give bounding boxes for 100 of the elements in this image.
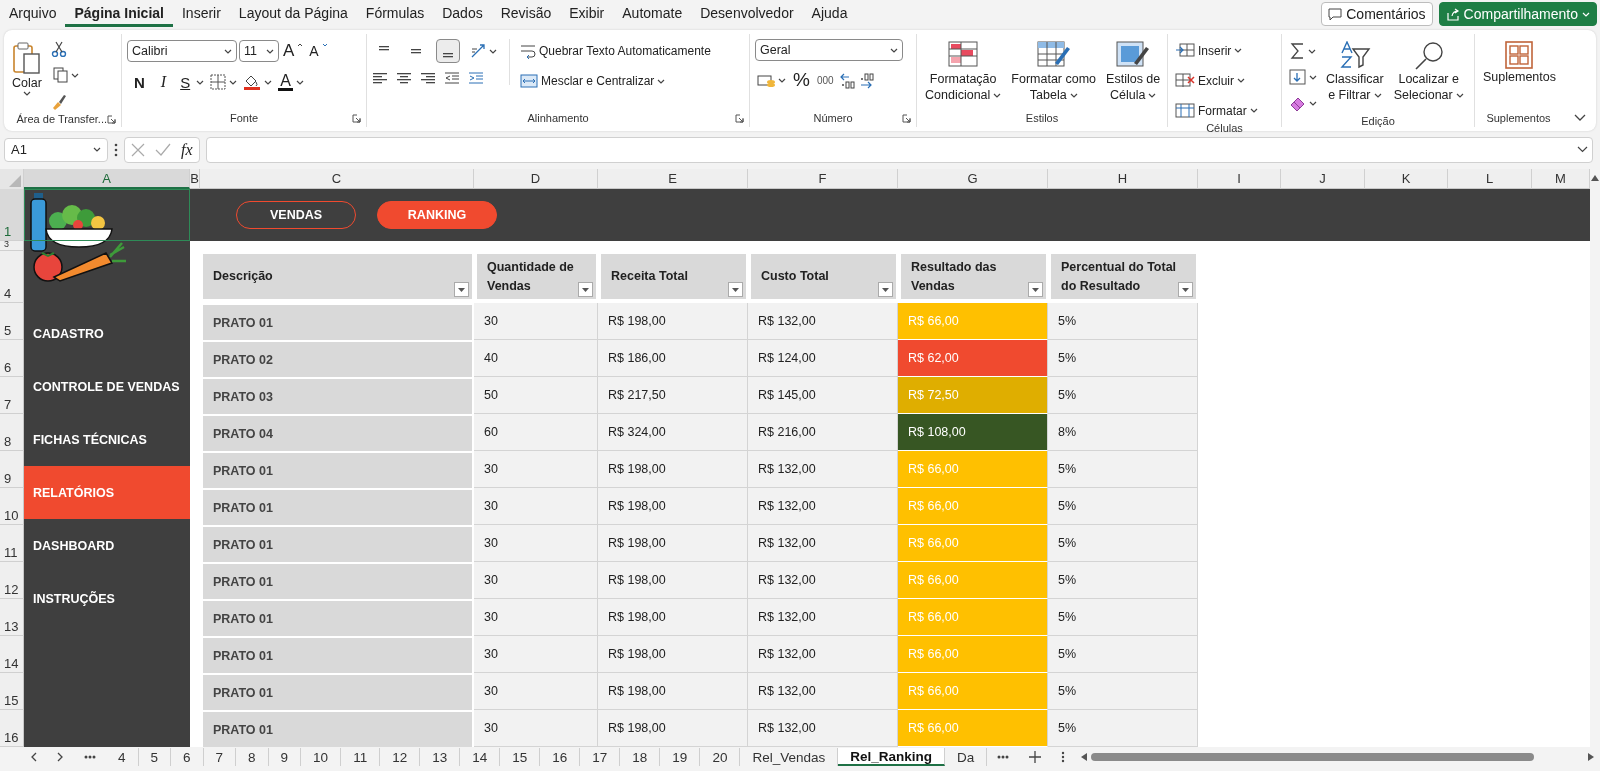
sheet-tab[interactable]: 13 <box>420 748 461 766</box>
column-header[interactable]: J <box>1281 169 1365 189</box>
paintbrush-icon[interactable] <box>51 93 67 111</box>
scissors-icon[interactable] <box>51 41 67 57</box>
scrollbar-thumb[interactable] <box>1091 753 1534 761</box>
nav-item[interactable]: CADASTRO <box>24 307 190 360</box>
sheet-tab[interactable]: 15 <box>500 748 541 766</box>
row-header[interactable]: 4 <box>0 251 24 303</box>
sheet-tab[interactable]: 20 <box>700 748 741 766</box>
column-header[interactable]: D <box>474 169 598 189</box>
sheet-tab[interactable]: Rel_Ranking <box>838 748 945 766</box>
row-header[interactable]: 1 <box>0 189 24 241</box>
font-name-field[interactable]: Calibri <box>127 40 237 62</box>
filter-dropdown-icon[interactable] <box>454 282 469 297</box>
format-button[interactable]: Formatar <box>1173 99 1260 122</box>
number-format-field[interactable]: Geral <box>755 39 903 61</box>
share-button[interactable]: Compartilhamento <box>1438 2 1597 26</box>
grow-font-button[interactable]: A <box>281 39 306 63</box>
column-header[interactable]: I <box>1198 169 1281 189</box>
sheet-tab[interactable]: 17 <box>580 748 621 766</box>
sheet-tab[interactable]: 4 <box>106 748 139 766</box>
row-header[interactable]: 6 <box>0 340 24 377</box>
sheet-tab[interactable]: 12 <box>380 748 421 766</box>
align-center-icon[interactable] <box>396 71 412 85</box>
row-header[interactable]: 16 <box>0 710 24 747</box>
column-header[interactable]: G <box>898 169 1048 189</box>
next-sheet-icon[interactable] <box>57 752 64 762</box>
launcher-icon[interactable] <box>902 113 911 123</box>
menu-tab[interactable]: Exibir <box>560 1 614 27</box>
menu-tab[interactable]: Fórmulas <box>356 1 434 27</box>
menu-tab[interactable]: Dados <box>433 1 492 27</box>
sort-filter-button[interactable]: Classificar e Filtrar <box>1323 39 1387 105</box>
filter-dropdown-icon[interactable] <box>1178 282 1193 297</box>
check-icon[interactable] <box>155 142 171 157</box>
italic-button[interactable]: I <box>153 70 174 94</box>
sheet-tab[interactable]: Da <box>945 748 988 766</box>
wrap-text-button[interactable]: Quebrar Texto Automaticamente <box>518 39 713 63</box>
sheet-tab[interactable]: 11 <box>341 748 381 766</box>
sheet-tab[interactable]: 8 <box>236 748 269 766</box>
launcher-icon[interactable] <box>352 113 361 123</box>
nav-item[interactable]: RELATÓRIOS <box>24 466 190 519</box>
row-header[interactable]: 13 <box>0 599 24 636</box>
vertical-align-button[interactable] <box>436 39 460 63</box>
decrease-decimal-icon[interactable] <box>858 71 876 89</box>
row-header[interactable]: 12 <box>0 562 24 599</box>
row-header[interactable]: 7 <box>0 377 24 414</box>
collapse-ribbon-icon[interactable] <box>1574 114 1586 121</box>
menu-tab[interactable]: Inserir <box>172 1 230 27</box>
column-header[interactable]: K <box>1365 169 1448 189</box>
row-header[interactable]: 5 <box>0 303 24 340</box>
indent-icon[interactable] <box>468 71 484 85</box>
menu-tab[interactable]: Revisão <box>491 1 561 27</box>
row-header[interactable]: 14 <box>0 636 24 673</box>
menu-tab[interactable]: Ajuda <box>802 1 857 27</box>
row-header[interactable]: 9 <box>0 451 24 488</box>
column-header[interactable]: F <box>748 169 898 189</box>
add-ins-button[interactable]: Suplementos <box>1480 39 1559 86</box>
row-header[interactable]: 11 <box>0 525 24 562</box>
launcher-icon[interactable] <box>107 114 116 124</box>
filter-dropdown-icon[interactable] <box>1028 282 1043 297</box>
format-as-table-button[interactable]: Formatar como Tabela <box>1008 39 1100 105</box>
comments-button[interactable]: Comentários <box>1321 2 1433 26</box>
underline-button[interactable]: S <box>175 70 207 94</box>
merge-center-button[interactable]: Mesclar e Centralizar <box>518 69 713 93</box>
more-options-icon[interactable] <box>114 142 118 157</box>
outdent-icon[interactable] <box>444 71 460 85</box>
delete-button[interactable]: Excluir <box>1173 69 1247 92</box>
bold-button[interactable]: N <box>127 70 152 94</box>
insert-function-button[interactable]: fx <box>181 140 193 159</box>
sheet-tab[interactable]: 18 <box>620 748 661 766</box>
filter-dropdown-icon[interactable] <box>728 282 743 297</box>
column-header[interactable]: M <box>1532 169 1590 189</box>
sheet-tab[interactable]: 10 <box>301 748 342 766</box>
cell-styles-button[interactable]: Estilos de Célula <box>1103 39 1164 105</box>
nav-item[interactable]: FICHAS TÉCNICAS <box>24 413 190 466</box>
nav-button[interactable]: RANKING <box>377 201 497 229</box>
sheet-tab[interactable]: 7 <box>203 748 237 766</box>
font-size-field[interactable]: 11 <box>239 40 279 62</box>
menu-tab[interactable]: Página Inicial <box>65 1 173 27</box>
menu-tab[interactable]: Arquivo <box>0 1 66 27</box>
nav-item[interactable]: INSTRUÇÕES <box>24 572 190 625</box>
scroll-right-icon[interactable] <box>1588 753 1594 761</box>
thousands-button[interactable]: 000 <box>814 68 836 92</box>
previous-sheet-icon[interactable] <box>30 752 37 762</box>
more-options-icon[interactable] <box>1061 751 1066 763</box>
increase-decimal-icon[interactable] <box>838 71 856 89</box>
paste-button[interactable]: Colar <box>9 39 45 98</box>
align-right-icon[interactable] <box>420 71 436 85</box>
ellipsis-icon[interactable] <box>997 755 1010 759</box>
name-box[interactable]: A1 <box>4 137 108 162</box>
menu-tab[interactable]: Layout da Página <box>229 1 357 27</box>
row-header[interactable]: 10 <box>0 488 24 525</box>
column-header[interactable]: L <box>1448 169 1532 189</box>
shrink-font-button[interactable]: A <box>307 39 330 63</box>
sheet-tab[interactable]: 6 <box>171 748 204 766</box>
scroll-left-icon[interactable] <box>1081 753 1088 761</box>
find-select-button[interactable]: Localizar e Selecionar <box>1390 39 1467 105</box>
sheet-tab[interactable]: 16 <box>540 748 581 766</box>
menu-tab[interactable]: Desenvolvedor <box>691 1 803 27</box>
column-header[interactable]: C <box>200 169 474 189</box>
